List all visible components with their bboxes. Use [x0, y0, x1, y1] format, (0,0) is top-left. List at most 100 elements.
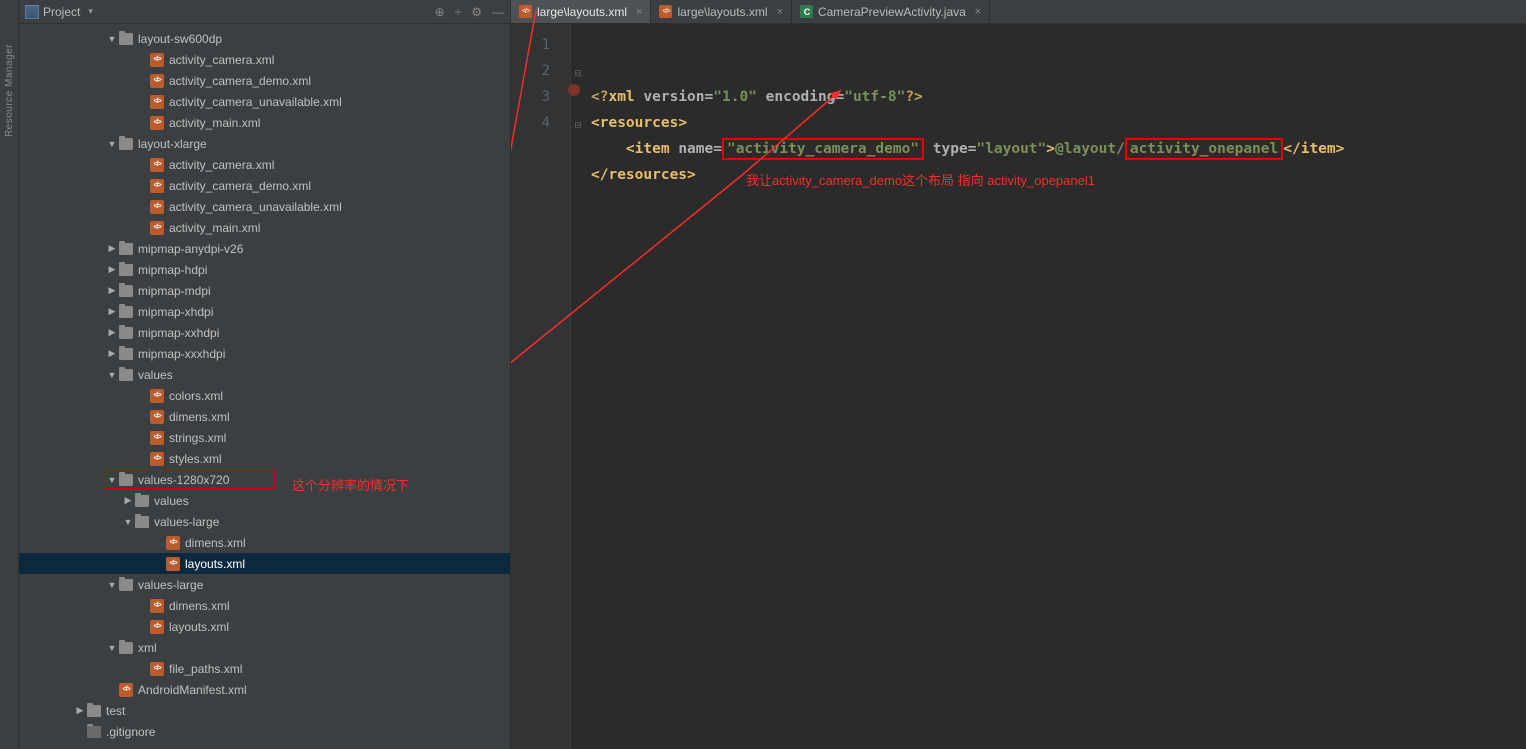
chevron-icon[interactable]	[123, 495, 133, 506]
tree-item[interactable]: layout-sw600dp	[19, 28, 510, 49]
tree-item[interactable]: AndroidManifest.xml	[19, 679, 510, 700]
chevron-icon[interactable]	[107, 348, 117, 359]
close-icon[interactable]: ×	[975, 6, 981, 18]
tree-item[interactable]: activity_camera_demo.xml	[19, 70, 510, 91]
tree-item-label: xml	[138, 641, 157, 655]
tree-item[interactable]: mipmap-xhdpi	[19, 301, 510, 322]
chevron-icon[interactable]	[107, 139, 117, 149]
tree-item[interactable]: values-large	[19, 574, 510, 595]
tree-item[interactable]: activity_camera_demo.xml	[19, 175, 510, 196]
tree-item[interactable]: .gitignore	[19, 721, 510, 742]
tree-item[interactable]: mipmap-xxxhdpi	[19, 343, 510, 364]
chevron-icon[interactable]	[107, 580, 117, 590]
tree-item[interactable]: dimens.xml	[19, 406, 510, 427]
tree-item[interactable]: activity_camera_unavailable.xml	[19, 196, 510, 217]
tree-item[interactable]: colors.xml	[19, 385, 510, 406]
tree-item[interactable]: test	[19, 700, 510, 721]
tree-item[interactable]: dimens.xml	[19, 595, 510, 616]
resource-manager-tab[interactable]: Resource Manager	[4, 44, 15, 137]
xml-file-icon	[659, 5, 672, 18]
attr-name-highlight: "activity_camera_demo"	[722, 138, 924, 160]
gear-icon[interactable]: ⚙	[471, 5, 482, 19]
editor-tab[interactable]: CameraPreviewActivity.java ×	[792, 0, 990, 23]
tree-item-label: test	[106, 704, 125, 718]
tree-item[interactable]: activity_camera.xml	[19, 49, 510, 70]
tree-item[interactable]: mipmap-hdpi	[19, 259, 510, 280]
chevron-icon[interactable]	[107, 264, 117, 275]
tab-label: large\layouts.xml	[537, 5, 627, 19]
editor-tab[interactable]: large\layouts.xml ×	[511, 0, 651, 23]
chevron-icon[interactable]	[123, 517, 133, 527]
xml-file-icon	[150, 179, 164, 193]
project-header-tools: ⊕ ÷ ⚙ —	[435, 5, 504, 19]
hide-icon[interactable]: —	[492, 5, 504, 19]
annotation-resolution-text: 这个分辨率的情况下	[292, 475, 409, 494]
chevron-icon[interactable]	[107, 327, 117, 338]
tab-label: CameraPreviewActivity.java	[818, 5, 966, 19]
xml-file-icon	[150, 221, 164, 235]
xml-file-icon	[119, 683, 133, 697]
tree-item-label: mipmap-xxhdpi	[138, 326, 219, 340]
collapse-icon[interactable]: ÷	[455, 5, 462, 19]
tree-item[interactable]: xml	[19, 637, 510, 658]
close-icon[interactable]: ×	[636, 6, 642, 18]
tree-item-label: layout-sw600dp	[138, 32, 222, 46]
file-icon	[87, 726, 101, 738]
tree-item[interactable]: values	[19, 364, 510, 385]
tree-item[interactable]: activity_camera.xml	[19, 154, 510, 175]
tree-item[interactable]: layouts.xml	[19, 553, 510, 574]
tree-item[interactable]: mipmap-xxhdpi	[19, 322, 510, 343]
chevron-icon[interactable]	[107, 643, 117, 653]
chevron-icon[interactable]	[75, 705, 85, 716]
folder-icon	[119, 243, 133, 255]
tree-item[interactable]: layouts.xml	[19, 616, 510, 637]
tree-item[interactable]: activity_main.xml	[19, 112, 510, 133]
left-tool-rail: Resource Manager	[0, 0, 19, 749]
tree-item[interactable]: dimens.xml	[19, 532, 510, 553]
tree-item[interactable]: strings.xml	[19, 427, 510, 448]
xml-file-icon	[150, 200, 164, 214]
tree-item[interactable]: mipmap-mdpi	[19, 280, 510, 301]
folder-icon	[135, 495, 149, 507]
tree-item-label: file_paths.xml	[169, 662, 242, 676]
tree-item[interactable]: mipmap-anydpi-v26	[19, 238, 510, 259]
project-tree[interactable]: layout-sw600dpactivity_camera.xmlactivit…	[19, 24, 510, 749]
locate-icon[interactable]: ⊕	[435, 5, 445, 19]
java-file-icon	[800, 5, 813, 18]
tree-item[interactable]: activity_camera_unavailable.xml	[19, 91, 510, 112]
tree-item-label: activity_camera_unavailable.xml	[169, 95, 342, 109]
chevron-icon[interactable]	[107, 370, 117, 380]
tree-item[interactable]: values	[19, 490, 510, 511]
tree-item-label: mipmap-hdpi	[138, 263, 207, 277]
xml-file-icon	[150, 116, 164, 130]
tree-item[interactable]: file_paths.xml	[19, 658, 510, 679]
tree-item-label: dimens.xml	[169, 410, 230, 424]
close-icon[interactable]: ×	[777, 6, 783, 18]
project-view-dropdown[interactable]: Project ▾	[25, 5, 93, 19]
tree-item[interactable]: styles.xml	[19, 448, 510, 469]
tree-item[interactable]: values-1280x720	[19, 469, 510, 490]
editor-tab[interactable]: large\layouts.xml×	[651, 0, 791, 23]
xml-file-icon	[166, 536, 180, 550]
project-tool-window: Project ▾ ⊕ ÷ ⚙ — layout-sw600dp activity…	[19, 0, 511, 749]
chevron-icon[interactable]	[107, 243, 117, 254]
editor-tab-bar: large\layouts.xml×large\layouts.xml×Came…	[511, 0, 1526, 24]
intention-bulb-icon[interactable]	[568, 84, 580, 96]
tree-item-label: strings.xml	[169, 431, 226, 445]
tree-item[interactable]: layout-xlarge	[19, 133, 510, 154]
tree-item[interactable]: values-large	[19, 511, 510, 532]
chevron-icon[interactable]	[107, 285, 117, 296]
editor-area: large\layouts.xml×large\layouts.xml×Came…	[511, 0, 1526, 749]
tree-item-label: colors.xml	[169, 389, 223, 403]
code-area[interactable]: <?xml version="1.0" encoding="utf-8"?> <…	[585, 24, 1526, 749]
chevron-icon[interactable]	[107, 306, 117, 317]
layout-ref-highlight: activity_onepanel	[1125, 138, 1283, 160]
xml-file-icon	[166, 557, 180, 571]
tree-item-label: activity_camera_unavailable.xml	[169, 200, 342, 214]
chevron-icon[interactable]	[107, 34, 117, 44]
xml-file-icon	[150, 74, 164, 88]
folder-icon	[119, 264, 133, 276]
folder-icon	[87, 705, 101, 717]
tree-item[interactable]: activity_main.xml	[19, 217, 510, 238]
tree-item-label: mipmap-mdpi	[138, 284, 211, 298]
